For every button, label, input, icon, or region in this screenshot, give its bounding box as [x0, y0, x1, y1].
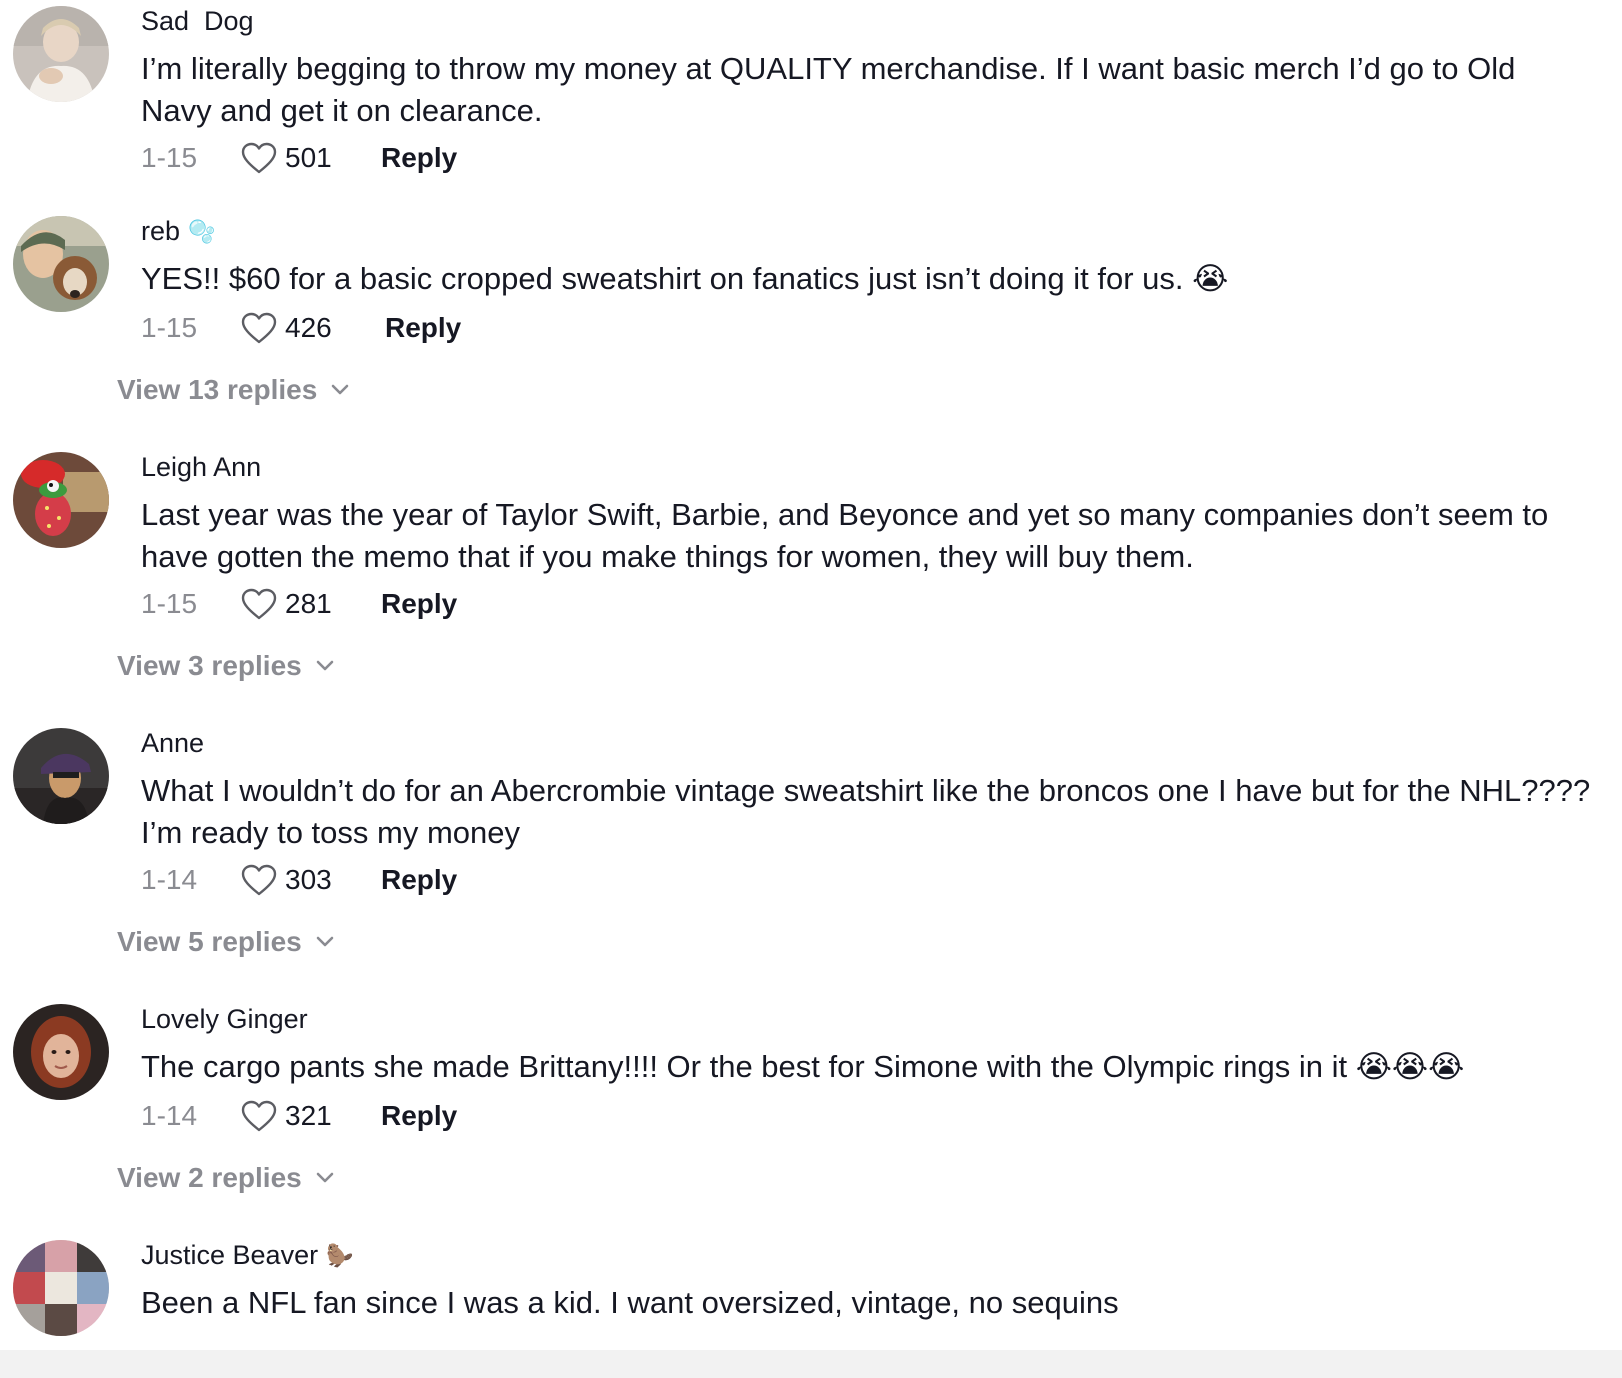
reply-button[interactable]: Reply: [381, 864, 457, 896]
username-text[interactable]: Leigh Ann: [141, 452, 261, 483]
comment-meta: 1-14 321 Reply: [141, 1096, 457, 1136]
comment-meta: 1-15 281 Reply: [141, 584, 457, 624]
comment-meta: 1-14 303 Reply: [141, 860, 457, 900]
view-replies-button[interactable]: View 2 replies: [117, 1162, 334, 1194]
like-button[interactable]: 281: [241, 588, 381, 620]
avatar[interactable]: [13, 216, 109, 312]
heart-outline-icon: [241, 142, 277, 174]
comment-date: 1-15: [141, 588, 198, 619]
comment-date: 1-14: [141, 864, 198, 895]
like-count: 501: [285, 142, 332, 173]
comment-text: I’m literally begging to throw my money …: [141, 51, 1516, 128]
like-count: 303: [285, 864, 332, 895]
avatar[interactable]: [13, 452, 109, 548]
chevron-down-icon: [316, 936, 334, 947]
comment-text: Been a NFL fan since I was a kid. I want…: [141, 1285, 1119, 1320]
comment-username[interactable]: Sad Dog: [141, 6, 254, 37]
comment-date: 1-15: [141, 142, 198, 173]
username-text[interactable]: Lovely Ginger: [141, 1004, 308, 1035]
like-button[interactable]: 426: [241, 312, 385, 344]
username-text[interactable]: Anne: [141, 728, 204, 759]
view-replies-label: View 2 replies: [117, 1162, 302, 1193]
comment-username[interactable]: Anne: [141, 728, 204, 759]
chevron-down-icon: [331, 384, 349, 395]
view-replies-label: View 3 replies: [117, 650, 302, 681]
comment-date: 1-15: [141, 312, 198, 343]
avatar[interactable]: [13, 1004, 109, 1100]
like-count: 281: [285, 588, 332, 619]
heart-outline-icon: [241, 1100, 277, 1132]
like-count: 321: [285, 1100, 332, 1131]
chevron-down-icon: [316, 660, 334, 671]
comment-username[interactable]: reb 🫧: [141, 216, 215, 247]
comment-text: The cargo pants she made Brittany!!!! Or…: [141, 1049, 1465, 1084]
like-button[interactable]: 303: [241, 864, 381, 896]
avatar[interactable]: [13, 728, 109, 824]
chevron-down-icon: [316, 1172, 334, 1183]
bottom-edge: [0, 1350, 1622, 1378]
comment-meta: 1-15 501 Reply: [141, 138, 457, 178]
reply-button[interactable]: Reply: [381, 1100, 457, 1132]
view-replies-label: View 5 replies: [117, 926, 302, 957]
heart-outline-icon: [241, 864, 277, 896]
like-button[interactable]: 501: [241, 142, 381, 174]
comment-username[interactable]: Lovely Ginger: [141, 1004, 308, 1035]
comment-date: 1-14: [141, 1100, 198, 1131]
beaver-badge-icon: 🦫: [326, 1242, 354, 1268]
heart-outline-icon: [241, 588, 277, 620]
view-replies-label: View 13 replies: [117, 374, 318, 405]
heart-outline-icon: [241, 312, 277, 344]
username-text[interactable]: Justice Beaver: [141, 1240, 318, 1271]
comment-meta: 1-15 426 Reply: [141, 308, 461, 348]
reply-button[interactable]: Reply: [385, 312, 461, 344]
comment-text: YES!! $60 for a basic cropped sweatshirt…: [141, 261, 1229, 296]
comment-username[interactable]: Justice Beaver 🦫: [141, 1240, 354, 1271]
like-count: 426: [285, 312, 332, 343]
username-text[interactable]: Sad Dog: [141, 6, 254, 37]
comment-text: What I wouldn’t do for an Abercrombie vi…: [141, 773, 1591, 850]
comment-text: Last year was the year of Taylor Swift, …: [141, 497, 1549, 574]
avatar[interactable]: [13, 1240, 109, 1336]
username-text[interactable]: reb: [141, 216, 180, 247]
like-button[interactable]: 321: [241, 1100, 381, 1132]
view-replies-button[interactable]: View 5 replies: [117, 926, 334, 958]
view-replies-button[interactable]: View 13 replies: [117, 374, 349, 406]
comment-username[interactable]: Leigh Ann: [141, 452, 261, 483]
view-replies-button[interactable]: View 3 replies: [117, 650, 334, 682]
bubbles-badge-icon: 🫧: [188, 218, 216, 244]
avatar[interactable]: [13, 6, 109, 102]
reply-button[interactable]: Reply: [381, 142, 457, 174]
reply-button[interactable]: Reply: [381, 588, 457, 620]
